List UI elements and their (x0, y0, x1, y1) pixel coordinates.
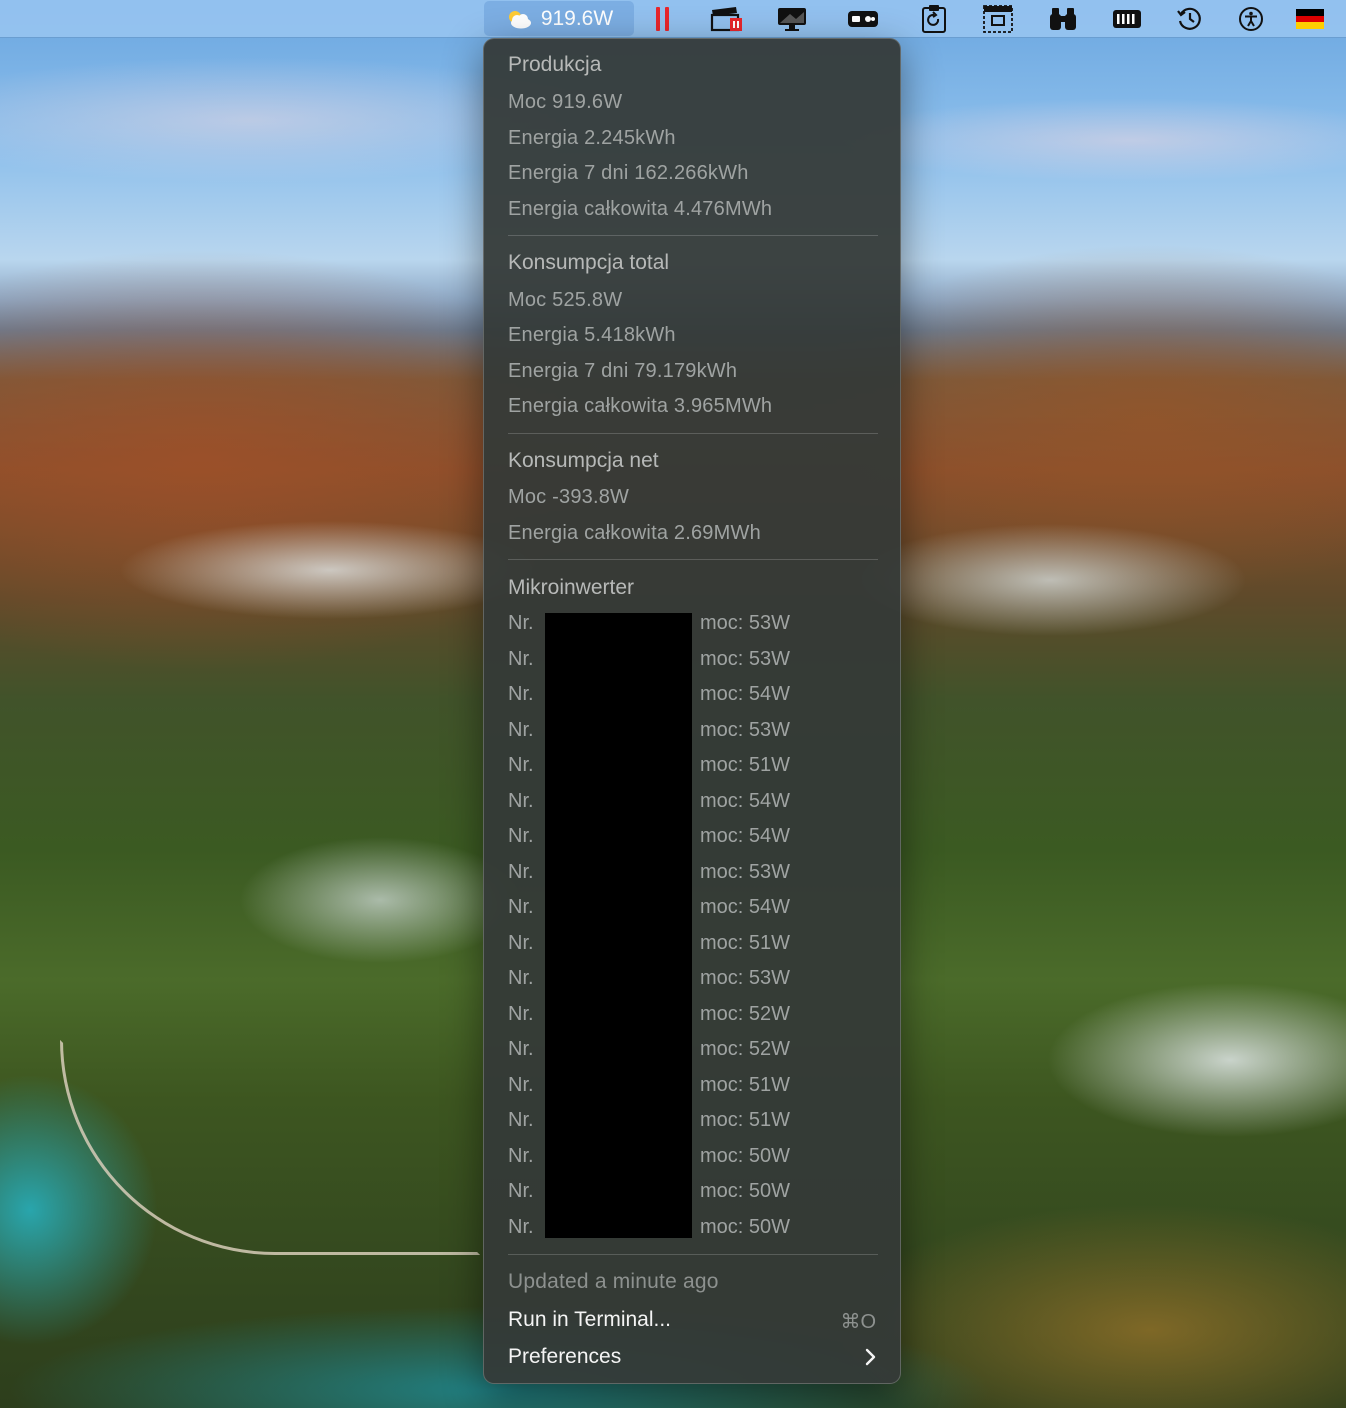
status-title: 919.6W (540, 6, 614, 30)
menu-bar: 919.6W (0, 0, 1346, 37)
accessibility-icon[interactable] (1236, 0, 1266, 37)
pause-bars-icon[interactable] (650, 0, 676, 37)
inverter-number-label: Nr. (508, 1180, 534, 1202)
menu-item-konsumpcja-total-moc[interactable]: Moc 525.8W (508, 289, 622, 312)
inverter-number-label: Nr. (508, 683, 534, 705)
inverter-power-item[interactable]: moc: 51W (700, 1109, 790, 1132)
menu-item-produkcja-energia[interactable]: Energia 2.245kWh (508, 127, 676, 150)
menu-item-konsumpcja-net-energia-calkowita[interactable]: Energia całkowita 2.69MWh (508, 522, 761, 545)
chevron-right-icon (864, 1347, 878, 1372)
inverter-power-item[interactable]: moc: 51W (700, 754, 790, 777)
menu-item-konsumpcja-total-energia-7-dni[interactable]: Energia 7 dni 79.179kWh (508, 360, 737, 383)
inverter-number-label: Nr. (508, 648, 534, 670)
section-konsumpcja-total-title: Konsumpcja total (508, 251, 670, 274)
menu-item-produkcja-energia-calkowita[interactable]: Energia całkowita 4.476MWh (508, 198, 772, 221)
redaction-block (545, 613, 692, 1238)
inverter-power-item[interactable]: moc: 50W (700, 1145, 790, 1168)
inverter-power-item[interactable]: moc: 50W (700, 1180, 790, 1203)
display-icon[interactable] (774, 0, 810, 37)
inverter-power-item[interactable]: moc: 50W (700, 1216, 790, 1239)
window-capture-icon[interactable] (980, 0, 1016, 37)
inverter-number-label: Nr. (508, 896, 534, 918)
inverter-number-label: Nr. (508, 825, 534, 847)
inverter-number-label: Nr. (508, 1038, 534, 1060)
inverter-power-item[interactable]: moc: 52W (700, 1003, 790, 1026)
inverter-power-item[interactable]: moc: 51W (700, 932, 790, 955)
time-machine-icon[interactable] (1174, 0, 1206, 37)
separator (508, 559, 878, 560)
run-in-terminal-item[interactable]: Run in Terminal... (508, 1308, 671, 1332)
menu-item-konsumpcja-total-energia[interactable]: Energia 5.418kWh (508, 324, 676, 347)
inverter-number-label: Nr. (508, 1216, 534, 1238)
inverter-number-label: Nr. (508, 754, 534, 776)
inverter-power-item[interactable]: moc: 53W (700, 719, 790, 742)
weather-cloud-icon (505, 9, 533, 29)
german-flag-icon[interactable] (1294, 0, 1326, 37)
inverter-number-label: Nr. (508, 612, 534, 634)
inverter-power-item[interactable]: moc: 53W (700, 861, 790, 884)
preferences-item[interactable]: Preferences (508, 1345, 621, 1369)
menu-item-produkcja-moc[interactable]: Moc 919.6W (508, 91, 622, 114)
binoculars-icon[interactable] (1046, 0, 1080, 37)
separator (508, 1254, 878, 1255)
section-konsumpcja-net-title: Konsumpcja net (508, 449, 659, 472)
inverter-number-label: Nr. (508, 790, 534, 812)
separator (508, 235, 878, 236)
inverter-number-label: Nr. (508, 1074, 534, 1096)
section-produkcja-title: Produkcja (508, 53, 602, 76)
inverter-number-label: Nr. (508, 967, 534, 989)
run-in-terminal-shortcut: ⌘O (840, 1311, 876, 1333)
inverter-number-label: Nr. (508, 932, 534, 954)
inverter-power-item[interactable]: moc: 54W (700, 790, 790, 813)
solar-status-item[interactable]: 919.6W (484, 1, 634, 36)
inverter-number-label: Nr. (508, 1145, 534, 1167)
clipboard-icon[interactable] (916, 0, 952, 37)
section-mikroinwerter-title: Mikroinwerter (508, 576, 635, 599)
inverter-number-label: Nr. (508, 1003, 534, 1025)
solar-dropdown-menu: Produkcja Moc 919.6W Energia 2.245kWh En… (483, 38, 901, 1384)
inverter-power-item[interactable]: moc: 52W (700, 1038, 790, 1061)
inverter-power-item[interactable]: moc: 53W (700, 612, 790, 635)
memory-icon[interactable] (1108, 0, 1146, 37)
inverter-power-item[interactable]: moc: 53W (700, 648, 790, 671)
inverter-number-label: Nr. (508, 861, 534, 883)
separator (508, 433, 878, 434)
clapperboard-icon[interactable] (708, 0, 746, 37)
menu-item-konsumpcja-net-moc[interactable]: Moc -393.8W (508, 486, 629, 509)
inverter-power-item[interactable]: moc: 54W (700, 825, 790, 848)
inverter-power-item[interactable]: moc: 54W (700, 896, 790, 919)
menu-item-produkcja-energia-7-dni[interactable]: Energia 7 dni 162.266kWh (508, 162, 749, 185)
updated-status: Updated a minute ago (508, 1270, 719, 1293)
gamepad-icon[interactable] (844, 0, 882, 37)
inverter-power-item[interactable]: moc: 53W (700, 967, 790, 990)
inverter-number-label: Nr. (508, 1109, 534, 1131)
inverter-power-item[interactable]: moc: 51W (700, 1074, 790, 1097)
menu-item-konsumpcja-total-energia-calkowita[interactable]: Energia całkowita 3.965MWh (508, 395, 772, 418)
inverter-power-item[interactable]: moc: 54W (700, 683, 790, 706)
inverter-number-label: Nr. (508, 719, 534, 741)
